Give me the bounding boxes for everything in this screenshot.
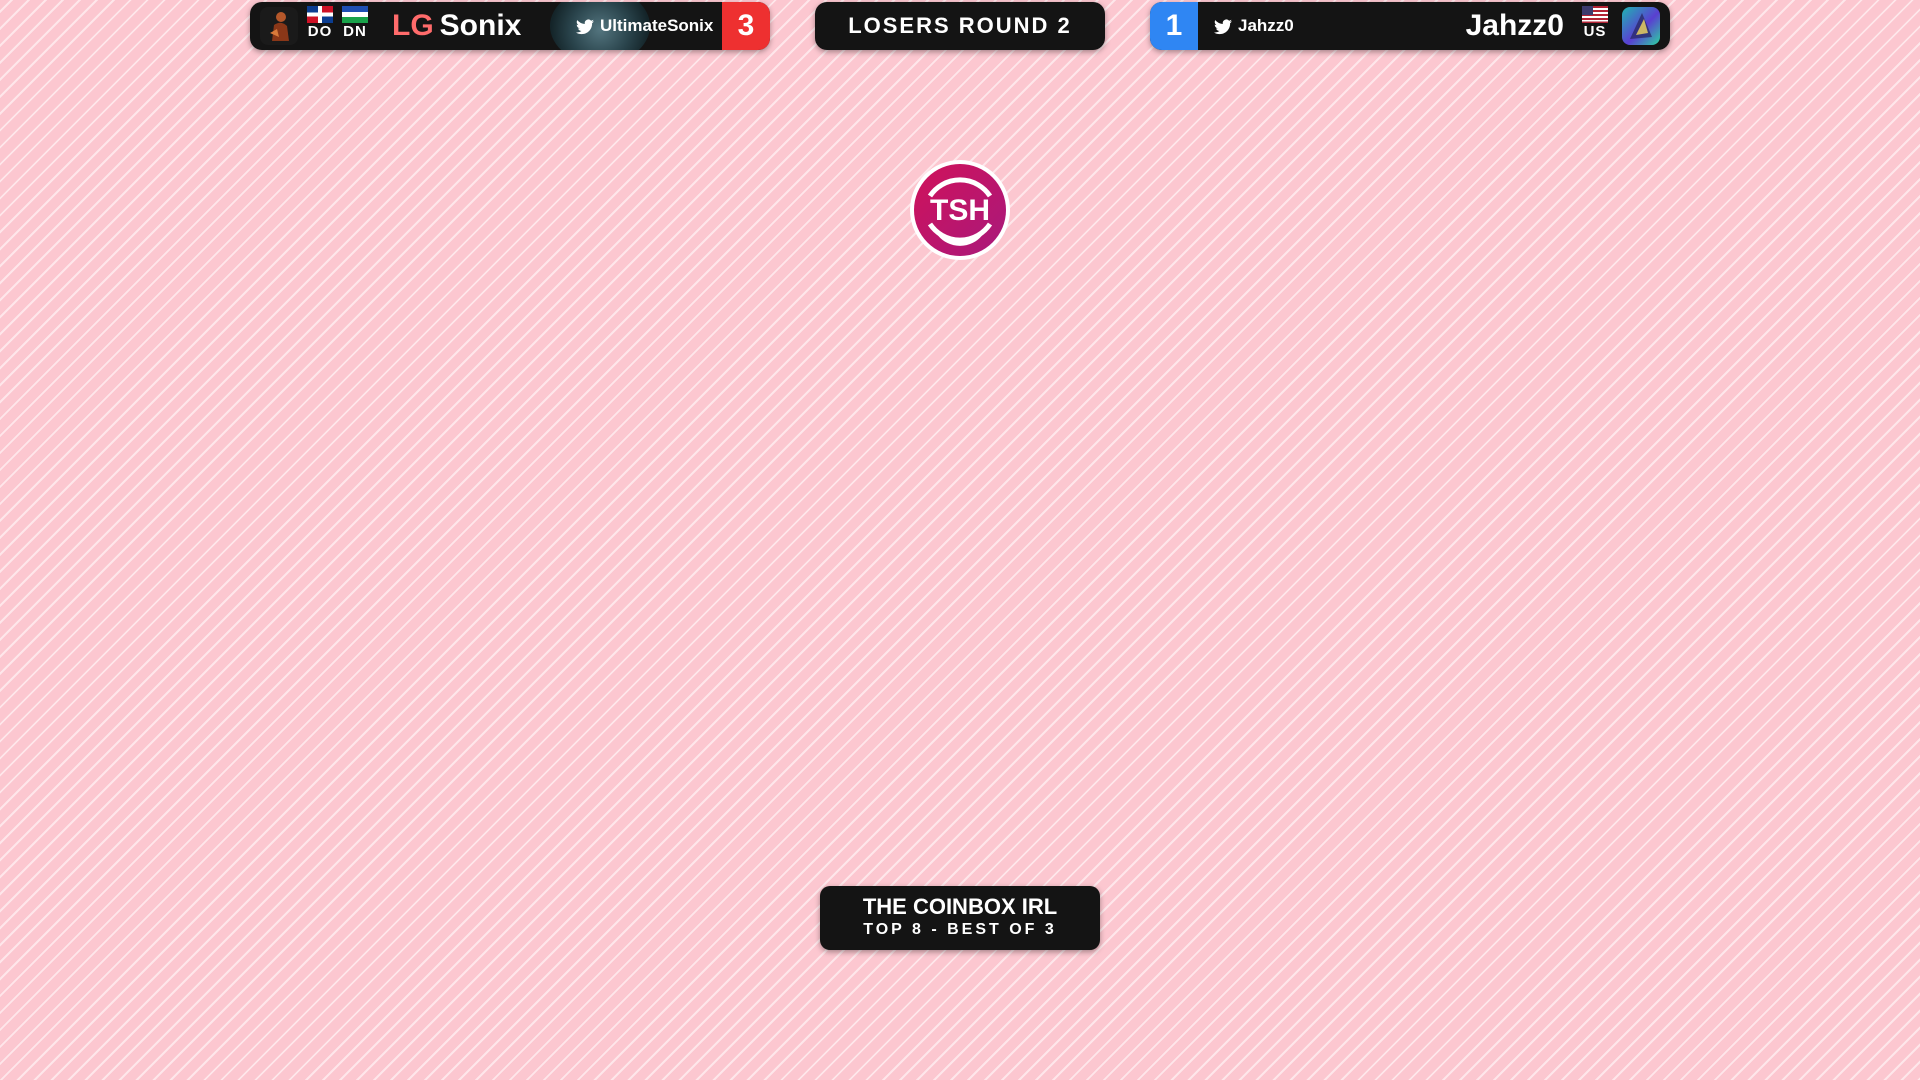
player1-name: LG Sonix xyxy=(392,2,521,50)
player2-name: Jahzz0 xyxy=(1465,9,1564,42)
player2-score: 1 xyxy=(1150,2,1198,50)
player1-flag-1-code: DO xyxy=(307,23,333,40)
tsh-logo: TSH xyxy=(910,160,1010,260)
player2-scoreboard: 1 Jahzz0 Jahzz0 US xyxy=(1150,2,1670,50)
player2-flag-1: US xyxy=(1580,6,1610,41)
event-phase: TOP 8 - BEST OF 3 xyxy=(863,921,1057,938)
dominican-republic-flag-icon xyxy=(307,6,333,23)
logo-text: TSH xyxy=(930,194,990,227)
player1-flag-1: DO xyxy=(305,6,335,41)
state-flag-icon xyxy=(342,6,368,23)
event-name: THE COINBOX IRL xyxy=(862,894,1058,919)
player2-twitter: Jahzz0 xyxy=(1214,2,1294,50)
player1-sponsor: LG xyxy=(392,9,434,42)
player1-flag-2: DN xyxy=(340,6,370,41)
player1-score: 3 xyxy=(722,2,770,50)
player2-twitter-handle: Jahzz0 xyxy=(1238,16,1294,35)
round-label-box: LOSERS ROUND 2 xyxy=(815,2,1105,50)
player2-character-icon xyxy=(1622,7,1660,45)
twitter-icon xyxy=(1214,19,1232,34)
player1-flag-2-code: DN xyxy=(343,23,367,40)
player1-twitter-handle: UltimateSonix xyxy=(600,16,714,35)
event-info-box: THE COINBOX IRL TOP 8 - BEST OF 3 xyxy=(820,886,1100,950)
player1-character-icon xyxy=(260,7,298,45)
player2-flag-1-code: US xyxy=(1583,23,1607,40)
round-label: LOSERS ROUND 2 xyxy=(848,13,1072,38)
player1-scoreboard: DO DN LG Sonix UltimateSonix 3 xyxy=(250,2,770,50)
player1-gamertag: Sonix xyxy=(439,9,522,42)
player1-twitter: UltimateSonix xyxy=(576,2,713,50)
twitter-icon xyxy=(576,19,594,34)
united-states-flag-icon xyxy=(1582,6,1608,23)
